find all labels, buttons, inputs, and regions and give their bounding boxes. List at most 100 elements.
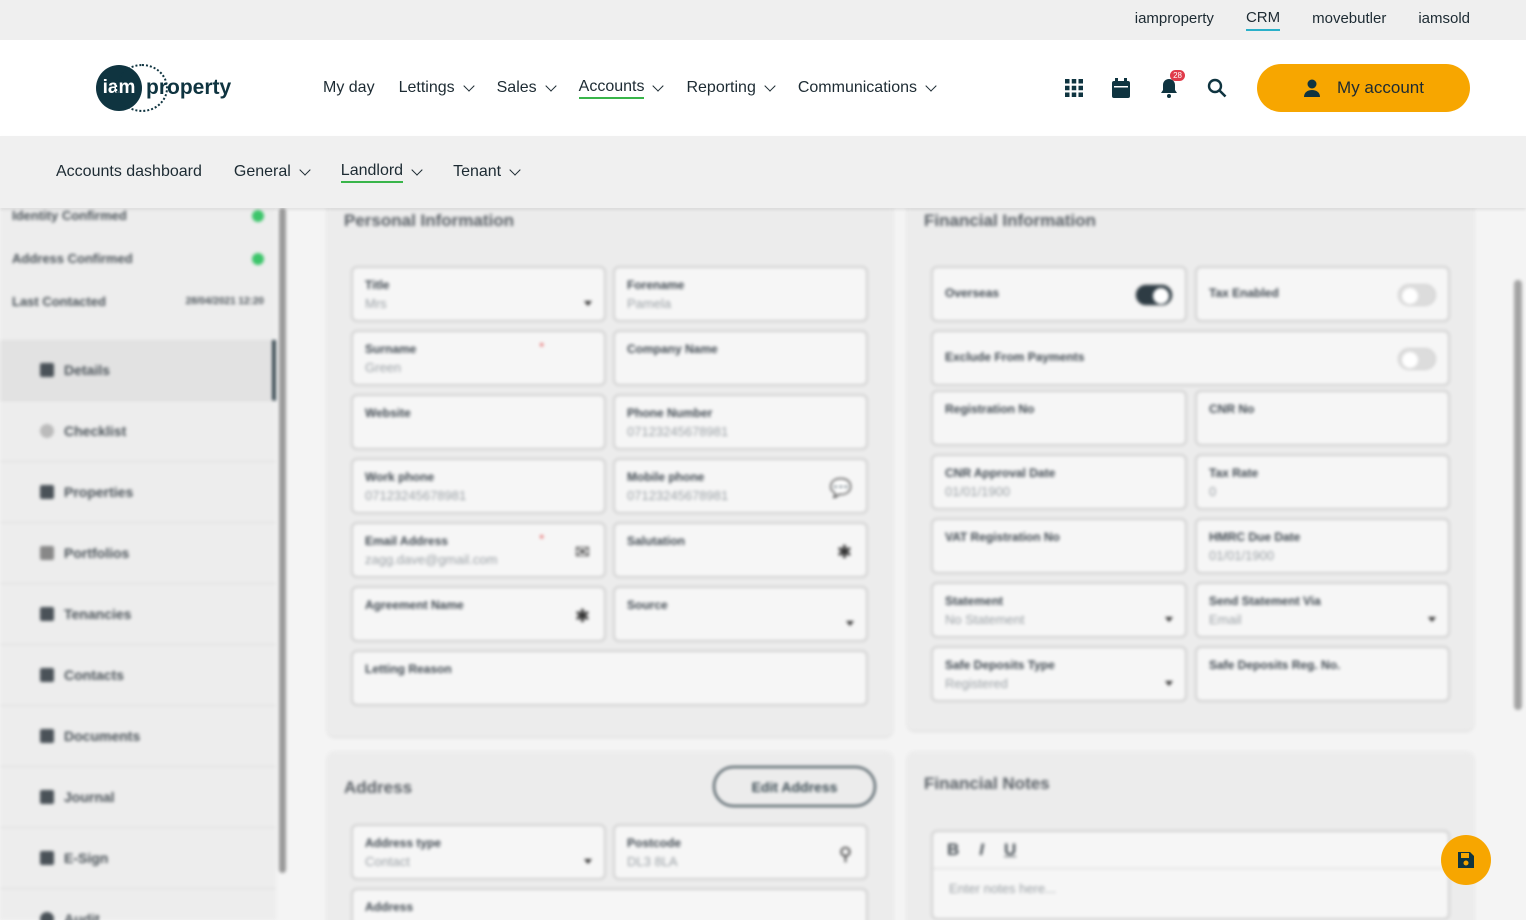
send-statement-via-select[interactable]: Send Statement Via Email [1195, 582, 1450, 638]
main-nav: My day Lettings Sales Accounts Reporting… [323, 40, 937, 136]
nav-communications[interactable]: Communications [798, 79, 937, 97]
salutation-field[interactable]: Salutation ✱ [613, 522, 868, 578]
nav-sales[interactable]: Sales [497, 79, 557, 97]
tax-rate-field[interactable]: Tax Rate 0 [1195, 454, 1450, 510]
my-account-label: My account [1337, 78, 1424, 97]
exclude-from-payments-toggle[interactable] [1398, 348, 1436, 370]
envelope-icon[interactable]: ✉ [575, 542, 590, 563]
dropdown-arrow-icon [584, 859, 592, 864]
pen-icon [40, 851, 54, 865]
topbar-link-iamsold[interactable]: iamsold [1418, 10, 1470, 30]
chevron-down-icon [509, 163, 521, 176]
chevron-down-icon [925, 79, 937, 92]
bold-button[interactable]: B [947, 840, 959, 860]
notes-editor[interactable]: B I U Enter notes here... [931, 830, 1450, 920]
logo-word: property [146, 76, 232, 99]
work-phone-field[interactable]: Work phone 07123245678981 [351, 458, 606, 514]
surname-field[interactable]: Surname Green * [351, 330, 606, 386]
title-select[interactable]: Title Mrs [351, 266, 606, 322]
italic-button[interactable]: I [979, 840, 984, 860]
nav-my-day[interactable]: My day [323, 79, 375, 97]
topbar-link-movebutler[interactable]: movebutler [1312, 10, 1386, 30]
nav-accounts[interactable]: Accounts [578, 78, 665, 99]
address-field[interactable]: Address [351, 888, 868, 920]
address-confirmed-row: Address Confirmed [12, 251, 264, 266]
sidebar-item-esign[interactable]: E-Sign [0, 828, 276, 889]
my-account-button[interactable]: My account [1257, 64, 1470, 112]
safe-deposits-reg-no-field[interactable]: Safe Deposits Reg. No. [1195, 646, 1450, 702]
financial-information-title: Financial Information [924, 211, 1096, 230]
subnav-landlord[interactable]: Landlord [340, 162, 423, 183]
subnav-general[interactable]: General [234, 163, 311, 181]
email-address-field[interactable]: Email Address zagg.dave@gmail.com * ✉ [351, 522, 606, 578]
save-button[interactable] [1441, 835, 1491, 885]
main-header: iam property My day Lettings Sales Accou… [0, 40, 1526, 136]
sidebar-item-properties[interactable]: Properties [0, 462, 276, 523]
contacts-icon [40, 668, 54, 682]
website-field[interactable]: Website [351, 394, 606, 450]
sidebar-scrollbar[interactable] [279, 208, 286, 873]
overseas-toggle-field: Overseas [931, 266, 1187, 322]
magic-wand-icon[interactable]: ✱ [837, 542, 852, 563]
cnr-no-field[interactable]: CNR No [1195, 390, 1450, 446]
nav-lettings[interactable]: Lettings [399, 79, 475, 97]
letting-reason-field[interactable]: Letting Reason [351, 650, 868, 706]
topbar-link-crm[interactable]: CRM [1245, 9, 1281, 31]
cnr-approval-date-field[interactable]: CNR Approval Date 01/01/1900 [931, 454, 1187, 510]
tax-enabled-toggle-field: Tax Enabled [1195, 266, 1450, 322]
user-icon [40, 363, 54, 377]
personal-information-title: Personal Information [344, 211, 515, 230]
company-name-field[interactable]: Company Name [613, 330, 868, 386]
agreement-name-field[interactable]: Agreement Name ✱ [351, 586, 606, 642]
underline-button[interactable]: U [1004, 840, 1016, 860]
magic-wand-icon[interactable]: ✱ [575, 606, 590, 627]
calendar-icon[interactable] [1109, 76, 1133, 100]
address-type-select[interactable]: Address type Contact [351, 824, 606, 880]
sidebar-item-journal[interactable]: Journal [0, 767, 276, 828]
chevron-down-icon [652, 79, 665, 92]
sidebar-item-tenancies[interactable]: Tenancies [0, 584, 276, 645]
main-scrollbar[interactable] [1514, 280, 1522, 710]
search-icon[interactable] [1205, 76, 1229, 100]
chat-icon[interactable]: 💬 [830, 478, 852, 499]
registration-no-field[interactable]: Registration No [931, 390, 1187, 446]
edit-address-button[interactable]: Edit Address [713, 766, 876, 807]
postcode-field[interactable]: Postcode DL3 8LA ⚲ [613, 824, 868, 880]
address-title: Address [344, 778, 413, 797]
chevron-down-icon [299, 163, 311, 176]
sidebar-item-documents[interactable]: Documents [0, 706, 276, 767]
financial-notes-title: Financial Notes [924, 774, 1050, 793]
page-content: Identity Confirmed Address Confirmed Las… [0, 198, 1526, 920]
search-icon[interactable]: ⚲ [839, 844, 852, 865]
apps-grid-icon[interactable] [1062, 76, 1086, 100]
journal-icon [40, 790, 54, 804]
notification-bell-icon[interactable]: 28 [1157, 70, 1185, 100]
subnav-tenant[interactable]: Tenant [453, 163, 521, 181]
sidebar-item-portfolios[interactable]: Portfolios [0, 523, 276, 584]
iamproperty-logo[interactable]: iam property [96, 64, 232, 112]
vat-registration-no-field[interactable]: VAT Registration No [931, 518, 1187, 574]
floppy-disk-icon [1458, 852, 1474, 868]
shield-icon [40, 607, 54, 621]
safe-deposits-type-select[interactable]: Safe Deposits Type Registered [931, 646, 1187, 702]
sidebar-item-audit[interactable]: Audit [0, 889, 276, 920]
phone-number-field[interactable]: Phone Number 07123245678981 [613, 394, 868, 450]
hmrc-due-date-field[interactable]: HMRC Due Date 01/01/1900 [1195, 518, 1450, 574]
overseas-toggle[interactable] [1135, 284, 1173, 306]
sub-nav: Accounts dashboard General Landlord Tena… [0, 136, 1526, 208]
notes-placeholder: Enter notes here... [949, 881, 1056, 896]
subnav-accounts-dashboard[interactable]: Accounts dashboard [56, 163, 202, 181]
forename-field[interactable]: Forename Pamela [613, 266, 868, 322]
sidebar-item-contacts[interactable]: Contacts [0, 645, 276, 706]
sidebar-item-checklist[interactable]: Checklist [0, 401, 276, 462]
dropdown-arrow-icon [1165, 617, 1173, 622]
statement-select[interactable]: Statement No Statement [931, 582, 1187, 638]
source-select[interactable]: Source [613, 586, 868, 642]
topbar-link-iamproperty[interactable]: iamproperty [1135, 10, 1214, 30]
chevron-down-icon [764, 79, 776, 92]
tax-enabled-toggle[interactable] [1398, 284, 1436, 306]
mobile-phone-field[interactable]: Mobile phone 07123245678981 💬 [613, 458, 868, 514]
audit-icon [40, 912, 54, 920]
nav-reporting[interactable]: Reporting [686, 79, 776, 97]
sidebar-item-details[interactable]: Details [0, 340, 276, 401]
